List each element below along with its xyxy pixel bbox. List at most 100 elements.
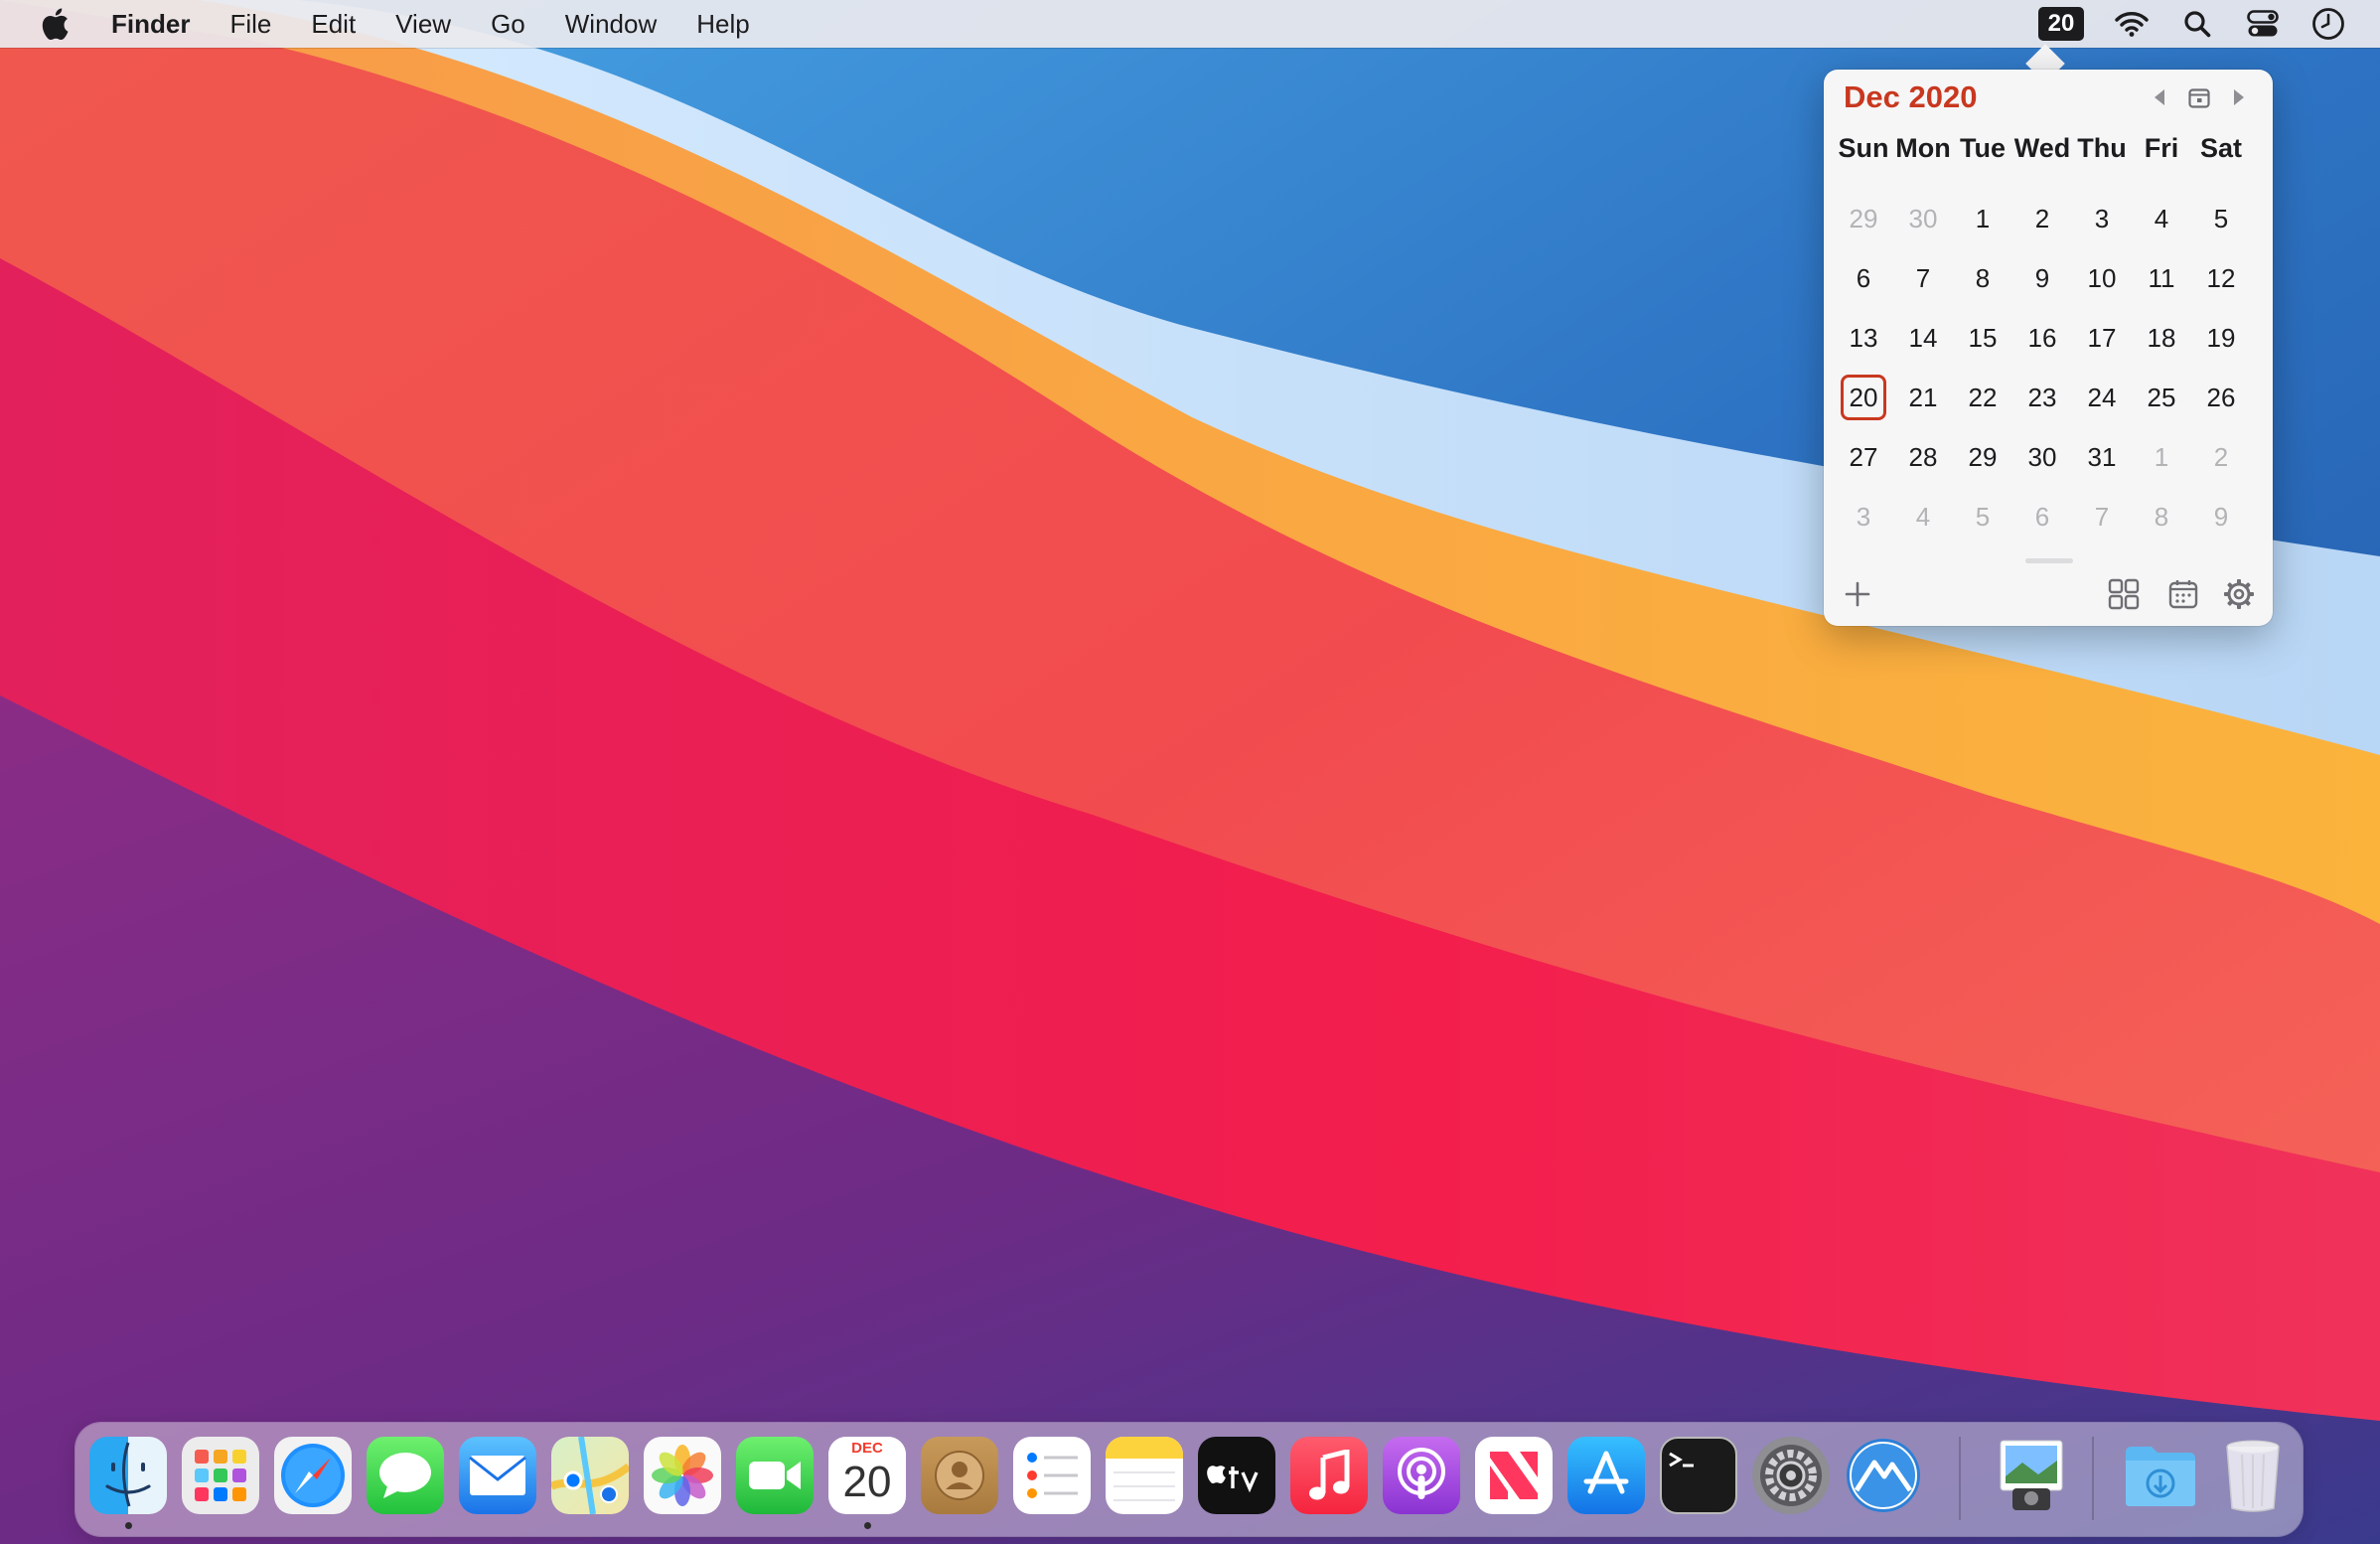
- calendar-day[interactable]: 30: [1893, 189, 1953, 248]
- wifi-icon[interactable]: [2114, 6, 2150, 42]
- day-number: 27: [1849, 441, 1878, 472]
- control-center-icon[interactable]: [2245, 6, 2281, 42]
- search-icon[interactable]: [2179, 6, 2215, 42]
- calendar-day[interactable]: 19: [2191, 308, 2251, 368]
- day-number: 29: [1968, 441, 1998, 472]
- dock-separator: [1959, 1437, 1961, 1520]
- menu-help[interactable]: Help: [696, 0, 749, 48]
- launchpad-icon[interactable]: [182, 1437, 259, 1514]
- downloads-folder-icon[interactable]: [2122, 1437, 2199, 1514]
- calendar-day[interactable]: 24: [2072, 368, 2132, 427]
- calendar-day[interactable]: 11: [2132, 248, 2191, 308]
- calendar-day[interactable]: 15: [1953, 308, 2012, 368]
- calendar-day[interactable]: 7: [1893, 248, 1953, 308]
- open-calendar-icon[interactable]: [2163, 574, 2203, 614]
- finder-icon[interactable]: [89, 1437, 167, 1514]
- calendar-date-badge[interactable]: 20: [2038, 7, 2084, 41]
- terminal-icon[interactable]: [1660, 1437, 1737, 1514]
- safari-icon[interactable]: [274, 1437, 352, 1514]
- day-number: 24: [2087, 382, 2117, 412]
- calendar-day[interactable]: 7: [2072, 487, 2132, 546]
- running-indicator: [125, 1522, 132, 1529]
- notes-icon[interactable]: [1106, 1437, 1183, 1514]
- calendar-day[interactable]: 13: [1834, 308, 1893, 368]
- calendar-day[interactable]: 14: [1893, 308, 1953, 368]
- facetime-icon[interactable]: [736, 1437, 814, 1514]
- calendar-day[interactable]: 9: [2191, 487, 2251, 546]
- reminders-icon[interactable]: [1013, 1437, 1091, 1514]
- calendar-day[interactable]: 6: [2012, 487, 2072, 546]
- calendar-day[interactable]: 17: [2072, 308, 2132, 368]
- calendar-app-icon[interactable]: DEC 20: [828, 1437, 906, 1514]
- mountain-app-icon[interactable]: [1845, 1437, 1922, 1514]
- grid-view-icon[interactable]: [2104, 574, 2144, 614]
- calendar-day[interactable]: 28: [1893, 427, 1953, 487]
- calendar-day[interactable]: 30: [2012, 427, 2072, 487]
- calendar-day[interactable]: 26: [2191, 368, 2251, 427]
- calendar-day[interactable]: 4: [1893, 487, 1953, 546]
- menu-go[interactable]: Go: [491, 0, 525, 48]
- calendar-day[interactable]: 16: [2012, 308, 2072, 368]
- calendar-day[interactable]: 22: [1953, 368, 2012, 427]
- day-number: 17: [2087, 322, 2117, 353]
- apple-logo-icon[interactable]: [40, 4, 75, 44]
- contacts-icon[interactable]: [921, 1437, 998, 1514]
- calendar-day[interactable]: 27: [1834, 427, 1893, 487]
- messages-icon[interactable]: [367, 1437, 444, 1514]
- calendar-day[interactable]: 18: [2132, 308, 2191, 368]
- day-number: 29: [1849, 203, 1878, 233]
- calendar-day[interactable]: 3: [1834, 487, 1893, 546]
- calendar-day[interactable]: 2: [2012, 189, 2072, 248]
- day-number: 30: [2027, 441, 2057, 472]
- calendar-day[interactable]: 8: [2132, 487, 2191, 546]
- maps-icon[interactable]: [551, 1437, 629, 1514]
- menu-edit[interactable]: Edit: [311, 0, 356, 48]
- clock-icon[interactable]: [2310, 6, 2346, 42]
- add-event-icon[interactable]: [1838, 574, 1877, 614]
- today-calendar-icon[interactable]: [2185, 79, 2213, 115]
- preview-icon[interactable]: [1993, 1437, 2070, 1514]
- music-icon[interactable]: [1290, 1437, 1368, 1514]
- calendar-day[interactable]: 31: [2072, 427, 2132, 487]
- calendar-day[interactable]: 3: [2072, 189, 2132, 248]
- menu-app-name[interactable]: Finder: [111, 0, 190, 48]
- day-number: 23: [2027, 382, 2057, 412]
- calendar-day[interactable]: 25: [2132, 368, 2191, 427]
- news-icon[interactable]: [1475, 1437, 1553, 1514]
- day-number: 5: [2213, 203, 2229, 233]
- calendar-day[interactable]: 5: [2191, 189, 2251, 248]
- calendar-day[interactable]: 9: [2012, 248, 2072, 308]
- podcasts-icon[interactable]: [1383, 1437, 1460, 1514]
- calendar-day[interactable]: 23: [2012, 368, 2072, 427]
- calendar-day[interactable]: 29: [1953, 427, 2012, 487]
- next-month-icon[interactable]: [2225, 79, 2253, 115]
- menu-view[interactable]: View: [395, 0, 451, 48]
- calendar-day[interactable]: 4: [2132, 189, 2191, 248]
- menu-file[interactable]: File: [229, 0, 271, 48]
- settings-gear-icon[interactable]: [2219, 574, 2259, 614]
- calendar-popover: Dec 2020 Sun Mon Tue Wed Thu Fri Sat 29 …: [1824, 70, 2273, 626]
- apple-tv-icon[interactable]: [1198, 1437, 1275, 1514]
- calendar-day[interactable]: 12: [2191, 248, 2251, 308]
- calendar-day[interactable]: 29: [1834, 189, 1893, 248]
- menu-window[interactable]: Window: [565, 0, 657, 48]
- calendar-day-today[interactable]: 20: [1834, 368, 1893, 427]
- calendar-day[interactable]: 1: [2132, 427, 2191, 487]
- calendar-day[interactable]: 5: [1953, 487, 2012, 546]
- day-number: 28: [1908, 441, 1938, 472]
- menubar-status-area: 20: [2038, 0, 2346, 48]
- weekday-label: Sat: [2199, 133, 2243, 163]
- trash-icon[interactable]: [2214, 1437, 2292, 1514]
- calendar-day[interactable]: 21: [1893, 368, 1953, 427]
- calendar-day[interactable]: 8: [1953, 248, 2012, 308]
- calendar-day[interactable]: 2: [2191, 427, 2251, 487]
- app-store-icon[interactable]: [1567, 1437, 1645, 1514]
- weekday-header: Sun Mon Tue Wed Thu Fri Sat: [1834, 133, 2263, 164]
- calendar-day[interactable]: 6: [1834, 248, 1893, 308]
- system-preferences-icon[interactable]: [1752, 1437, 1830, 1514]
- calendar-day[interactable]: 1: [1953, 189, 2012, 248]
- calendar-day[interactable]: 10: [2072, 248, 2132, 308]
- mail-icon[interactable]: [459, 1437, 536, 1514]
- previous-month-icon[interactable]: [2146, 79, 2173, 115]
- photos-icon[interactable]: [644, 1437, 721, 1514]
